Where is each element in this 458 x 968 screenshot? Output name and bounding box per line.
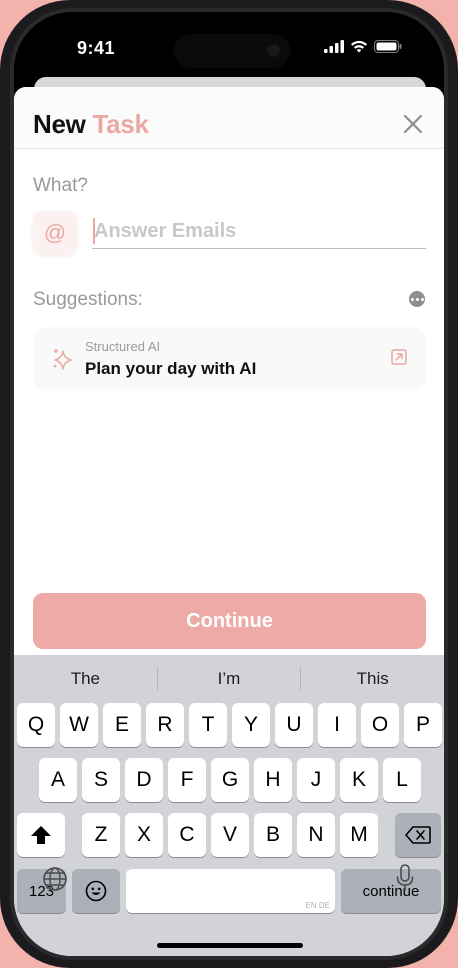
keyboard: The I’m This Q W E R T Y U I O P A S D F… <box>14 655 444 956</box>
key-x[interactable]: X <box>125 813 163 857</box>
key-m[interactable]: M <box>340 813 378 857</box>
suggestion-category: Structured AI <box>85 339 161 354</box>
key-o[interactable]: O <box>361 703 399 747</box>
screen: 9:41 New Task What? @ Answer Emails Sugg… <box>14 12 444 956</box>
shift-icon <box>31 826 51 844</box>
key-y[interactable]: Y <box>232 703 270 747</box>
key-j[interactable]: J <box>297 758 335 802</box>
prediction-item[interactable]: The <box>14 659 157 699</box>
key-e[interactable]: E <box>103 703 141 747</box>
key-d[interactable]: D <box>125 758 163 802</box>
key-u[interactable]: U <box>275 703 313 747</box>
suggestions-label: Suggestions: <box>33 289 143 310</box>
language-hint: EN DE <box>305 901 330 910</box>
title-new: New <box>33 109 86 139</box>
new-task-sheet: New Task What? @ Suggestions: <box>14 87 444 956</box>
suggestion-title: Plan your day with AI <box>85 359 257 378</box>
what-label: What? <box>33 175 88 196</box>
prediction-item[interactable]: I’m <box>158 659 301 699</box>
text-caret <box>93 218 95 244</box>
key-q[interactable]: Q <box>17 703 55 747</box>
status-icons <box>324 40 402 53</box>
key-k[interactable]: K <box>340 758 378 802</box>
keyboard-bottom-bar <box>14 862 444 902</box>
key-f[interactable]: F <box>168 758 206 802</box>
prediction-item[interactable]: This <box>301 659 444 699</box>
key-z[interactable]: Z <box>82 813 120 857</box>
continue-button[interactable]: Continue <box>33 593 426 649</box>
title-task: Task <box>92 109 149 139</box>
key-c[interactable]: C <box>168 813 206 857</box>
ellipsis-circle-icon[interactable] <box>409 291 425 307</box>
wifi-icon <box>351 40 367 53</box>
task-input[interactable] <box>92 215 426 249</box>
key-s[interactable]: S <box>82 758 120 802</box>
key-a[interactable]: A <box>39 758 77 802</box>
globe-icon[interactable] <box>42 866 68 892</box>
camera-icon <box>267 44 280 57</box>
key-b[interactable]: B <box>254 813 292 857</box>
battery-icon <box>374 40 402 53</box>
sparkle-icon <box>53 348 72 370</box>
key-l[interactable]: L <box>383 758 421 802</box>
dynamic-island <box>174 34 290 68</box>
key-p[interactable]: P <box>404 703 442 747</box>
microphone-icon[interactable] <box>396 864 414 892</box>
key-w[interactable]: W <box>60 703 98 747</box>
shift-key[interactable] <box>17 813 65 857</box>
home-indicator[interactable] <box>157 943 303 948</box>
suggestion-card[interactable]: Structured AI Plan your day with AI <box>33 327 426 389</box>
close-button[interactable] <box>398 109 428 139</box>
at-icon[interactable]: @ <box>33 211 77 255</box>
key-g[interactable]: G <box>211 758 249 802</box>
key-t[interactable]: T <box>189 703 227 747</box>
key-n[interactable]: N <box>297 813 335 857</box>
phone-bezel: 9:41 New Task What? @ Answer Emails Sugg… <box>10 8 448 960</box>
status-time: 9:41 <box>77 38 116 58</box>
key-v[interactable]: V <box>211 813 249 857</box>
key-r[interactable]: R <box>146 703 184 747</box>
close-icon <box>403 114 423 134</box>
sheet-header: New Task <box>14 87 444 149</box>
open-external-icon[interactable] <box>391 349 407 365</box>
key-i[interactable]: I <box>318 703 356 747</box>
cellular-signal-icon <box>324 40 344 53</box>
delete-key[interactable] <box>395 813 441 857</box>
phone-frame: 9:41 New Task What? @ Answer Emails Sugg… <box>0 0 458 968</box>
page-title: New Task <box>33 109 149 140</box>
prediction-bar: The I’m This <box>14 659 444 699</box>
backspace-icon <box>405 826 431 844</box>
key-h[interactable]: H <box>254 758 292 802</box>
status-bar: 9:41 <box>14 12 444 72</box>
